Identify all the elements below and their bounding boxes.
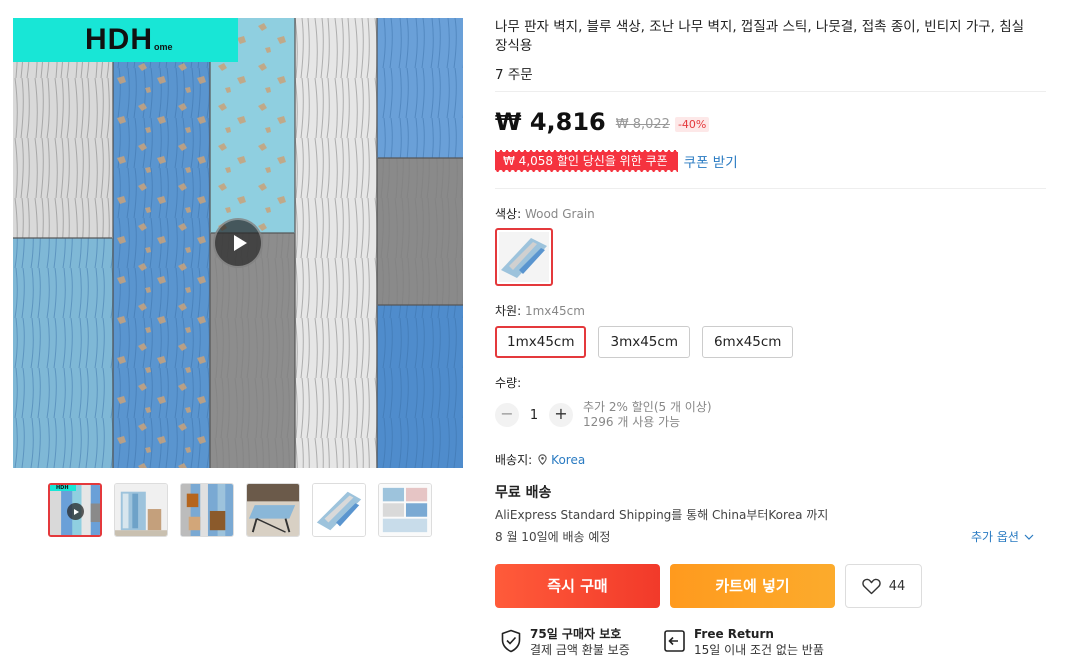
size-option-6m[interactable]: 6mx45cm [701,326,794,358]
quantity-increase-button[interactable]: + [549,403,573,427]
thumbnail-video[interactable]: HDH [48,483,102,537]
size-value: 1mx45cm [524,304,585,318]
wishlist-button[interactable]: 44 [845,564,922,608]
brand-logo: HDH ome [13,18,238,62]
ship-to-row: 배송지: Korea [495,451,585,468]
get-coupon-link[interactable]: 쿠폰 받기 [684,151,738,171]
discount-badge: -40% [674,116,710,132]
size-options: 1mx45cm 3mx45cm 6mx45cm [495,326,794,358]
quantity-note: 추가 2% 할인(5 개 이상) 1296 개 사용 가능 [583,400,712,430]
quantity-label: 수량: [495,376,522,390]
free-return: Free Return 15일 이내 조건 없는 반품 [663,627,824,658]
thumbnail-room[interactable] [114,483,168,537]
delivery-estimate: 8 월 10일에 배송 예정 [495,530,611,544]
stock-available: 1296 개 사용 가능 [583,415,681,429]
thumbnail-instructions-image [379,484,431,536]
thumbnail-roll[interactable] [312,483,366,537]
shield-check-icon [501,629,521,653]
coupon-row: ₩ 4,058 할인 당신을 위한 쿠폰 쿠폰 받기 [495,150,738,172]
play-video-button[interactable] [213,218,263,268]
color-label-text: 색상: [495,207,522,221]
buyer-protection: 75일 구매자 보호 결제 금액 환불 보증 [500,627,630,658]
thumbnail-room-image [115,484,167,536]
ship-to-label: 배송지: [495,453,533,467]
main-product-image[interactable]: HDH ome [13,18,463,468]
size-option-1m[interactable]: 1mx45cm [495,326,587,358]
color-label: 색상: Wood Grain [495,205,595,222]
thumbnail-logo: HDH [50,485,76,491]
original-price: ₩ 8,022 [615,116,670,132]
quantity-decrease-button[interactable]: − [495,403,519,427]
more-options-label: 추가 옵션 [971,530,1019,544]
coupon-tag: ₩ 4,058 할인 당신을 위한 쿠폰 [495,150,678,172]
price-row: ₩ 4,816 ₩ 8,022 -40% [495,108,710,136]
divider [495,91,1046,92]
thumbnail-table-image [247,484,299,536]
size-option-3m[interactable]: 3mx45cm [598,326,690,358]
divider [495,188,1046,189]
thumbnail-wall-image [181,484,233,536]
quantity-stepper: − 1 + [495,403,573,427]
wishlist-count: 44 [888,578,906,594]
thumbnail-strip: HDH [48,483,432,537]
thumbnail-table[interactable] [246,483,300,537]
free-return-title: Free Return [694,627,774,641]
color-swatch-wood-grain[interactable] [495,228,553,286]
shipping-method: AliExpress Standard Shipping를 통해 China부터… [495,508,829,522]
swatch-image [499,232,549,282]
chevron-down-icon [1024,534,1034,540]
size-label: 차원: 1mx45cm [495,302,585,319]
heart-icon [861,578,881,594]
buyer-protection-subtitle: 결제 금액 환불 보증 [530,643,630,657]
thumbnail-roll-image [313,484,365,536]
order-count: 7 주문 [495,67,533,83]
more-shipping-options[interactable]: 추가 옵션 [971,528,1034,545]
play-icon [233,235,247,251]
quantity-value[interactable]: 1 [519,408,549,423]
bulk-discount-note: 추가 2% 할인(5 개 이상) [583,400,712,414]
product-title: 나무 판자 벽지, 블루 색상, 조난 나무 벽지, 껍질과 스틱, 나뭇결, … [495,19,1025,54]
return-box-icon [664,630,685,652]
ship-to-country-link[interactable]: Korea [551,453,585,467]
thumbnail-instructions[interactable] [378,483,432,537]
brand-logo-subtext: ome [154,42,173,52]
product-info: 나무 판자 벽지, 블루 색상, 조난 나무 벽지, 껍질과 스틱, 나뭇결, … [495,18,1045,83]
add-to-cart-button[interactable]: 카트에 넣기 [670,564,835,608]
thumbnail-play-icon [67,503,84,520]
current-price: ₩ 4,816 [495,108,606,136]
size-label-text: 차원: [495,304,522,318]
thumbnail-wall[interactable] [180,483,234,537]
buy-now-button[interactable]: 즉시 구매 [495,564,660,608]
free-shipping-title: 무료 배송 [495,485,552,501]
buyer-protection-title: 75일 구매자 보호 [530,627,622,641]
color-value: Wood Grain [524,207,595,221]
location-pin-icon [538,454,547,465]
free-return-subtitle: 15일 이내 조건 없는 반품 [694,643,824,657]
brand-logo-text: HDH [85,23,153,56]
